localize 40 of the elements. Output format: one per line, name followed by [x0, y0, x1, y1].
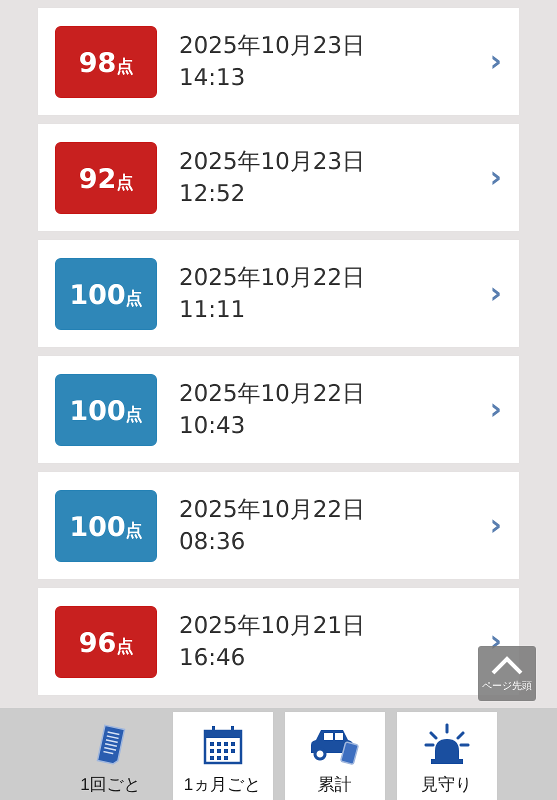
chevron-icon: › [490, 508, 502, 543]
record-date: 2025年10月22日 [179, 496, 366, 524]
record-date: 2025年10月21日 [179, 612, 366, 640]
score-value: 100 [69, 398, 126, 424]
record-date: 2025年10月22日 [179, 264, 366, 292]
chevron-icon: › [490, 44, 502, 79]
score-unit: 点 [116, 174, 134, 192]
record-card[interactable]: 100点 2025年10月22日 08:36 › [38, 472, 519, 579]
score-value: 100 [69, 282, 126, 308]
score-value: 100 [69, 514, 126, 540]
chevron-icon: › [490, 276, 502, 311]
chevron-icon: › [490, 392, 502, 427]
nav-tab[interactable]: 1ヵ月ごと [172, 712, 272, 800]
score-unit: 点 [126, 290, 143, 308]
score-unit: 点 [116, 638, 134, 656]
score-unit: 点 [126, 406, 143, 424]
record-time: 12:52 [179, 180, 246, 208]
record-time: 10:43 [179, 412, 246, 440]
record-card[interactable]: 98点 2025年10月23日 14:13 › [38, 8, 519, 115]
record-time: 16:46 [179, 644, 246, 672]
record-card[interactable]: 100点 2025年10月22日 11:11 › [38, 240, 519, 347]
record-date: 2025年10月22日 [179, 380, 366, 408]
score-unit: 点 [116, 58, 134, 76]
score-unit: 点 [126, 522, 143, 540]
nav-tab[interactable]: 見守り [396, 712, 496, 800]
record-time: 14:13 [179, 64, 246, 92]
record-card[interactable]: 92 点 2025年10月23日 12:52 › [38, 124, 519, 231]
siren-icon [422, 723, 470, 767]
score-value: 92 [78, 166, 116, 192]
nav-tab[interactable]: 1回ごと [60, 712, 160, 800]
record-time: 11:11 [179, 296, 246, 324]
score-value: 96 [78, 630, 116, 656]
record-date: 2025年10月23日 [179, 148, 366, 176]
record-time: 08:36 [179, 528, 246, 556]
caret-up-icon [490, 654, 524, 676]
nav-tab[interactable]: 累計 [284, 712, 384, 800]
record-card[interactable]: 100点 2025年10月22日 10:43 › [38, 356, 519, 463]
score-value: 98 [78, 50, 116, 76]
chevron-icon: › [490, 160, 502, 195]
record-date: 2025年10月23日 [179, 32, 366, 60]
